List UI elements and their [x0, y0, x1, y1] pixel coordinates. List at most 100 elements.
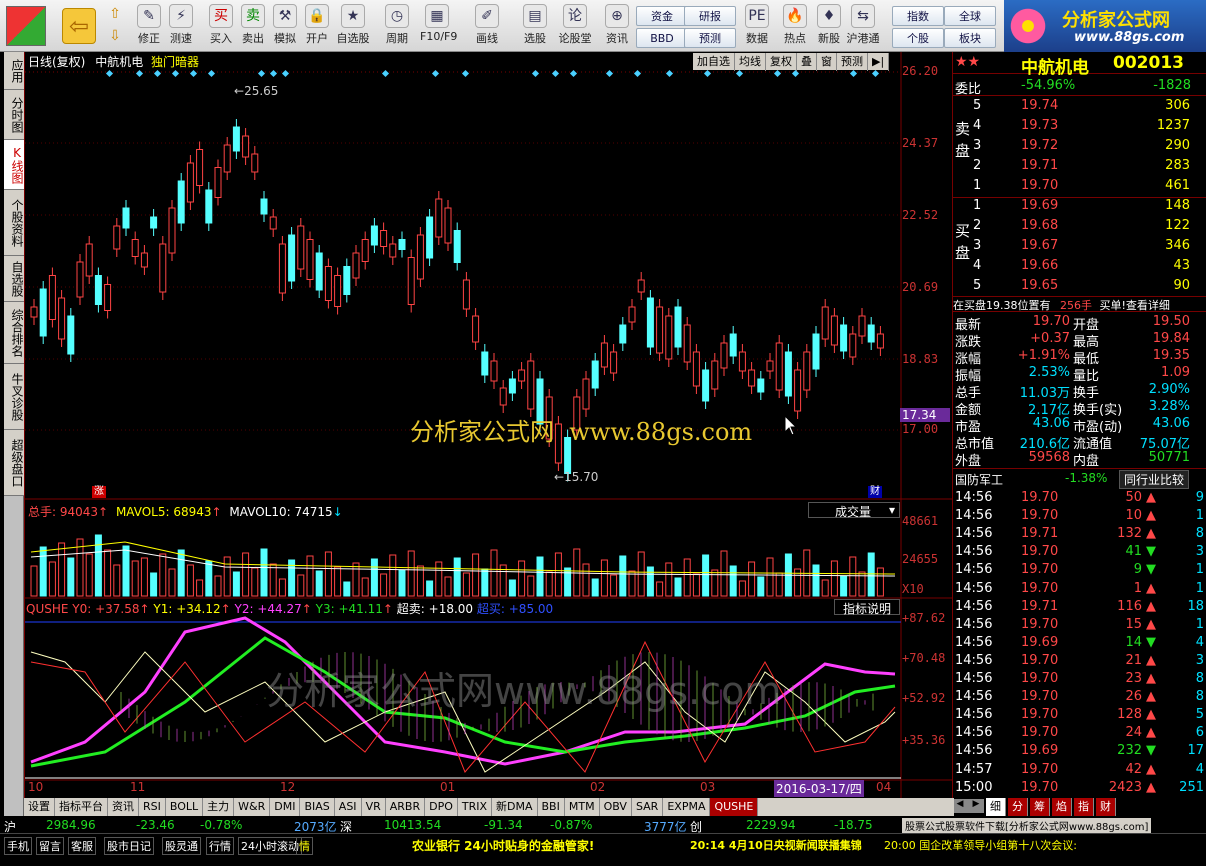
status-link-0[interactable]: 手机 — [4, 837, 32, 855]
status-link-4[interactable]: 股灵通 — [162, 837, 201, 855]
f10-button[interactable]: ▦ F10/F9 — [420, 2, 457, 50]
screen-button[interactable]: ▤ 选股 — [518, 2, 552, 50]
status-link-1[interactable]: 留言 — [36, 837, 64, 855]
forecast-button[interactable]: 预测 — [684, 28, 736, 48]
speedtest-button[interactable]: ⚡ 测速 — [164, 2, 198, 50]
sector-name[interactable]: 国防军工 — [955, 471, 1003, 488]
indicator-tab-19[interactable]: EXPMA — [663, 798, 711, 816]
expand-arrow-icon[interactable]: ▶| — [868, 53, 890, 71]
left-tab-0[interactable]: 应用 — [4, 52, 24, 90]
star-icon[interactable]: ★★ — [955, 54, 980, 70]
simulate-button[interactable]: ⚒ 模拟 — [268, 2, 302, 50]
indicator-tab-15[interactable]: BBI — [538, 798, 565, 816]
left-tab-2[interactable]: K线图 — [4, 140, 24, 190]
status-link-2[interactable]: 客服 — [68, 837, 96, 855]
indicator-tab-3[interactable]: RSI — [139, 798, 166, 816]
up-arrow-icon[interactable]: ⇧ — [104, 6, 126, 24]
indicator-tab-4[interactable]: BOLL — [166, 798, 204, 816]
right-tab-0[interactable]: 细 — [986, 798, 1006, 816]
big-order-notice[interactable]: 在买盘19.38位置有 256手 买单!查看详细 — [953, 296, 1206, 312]
hotspot-button[interactable]: 🔥 热点 — [778, 2, 812, 50]
sell-price[interactable]: 19.70 — [1021, 178, 1058, 193]
sell-price[interactable]: 19.74 — [1021, 98, 1058, 113]
indicator-tab-1[interactable]: 指标平台 — [55, 798, 108, 816]
overlay-button[interactable]: 叠 — [797, 53, 817, 71]
indicator-tab-7[interactable]: DMI — [270, 798, 301, 816]
indicator-tab-10[interactable]: VR — [362, 798, 386, 816]
watchlist-button[interactable]: ★ 自选股 — [336, 2, 370, 50]
status-link-3[interactable]: 股市日记 — [104, 837, 154, 855]
status-link-6[interactable]: 24小时滚动 — [238, 837, 302, 855]
indicator-tab-9[interactable]: ASI — [335, 798, 362, 816]
right-tab-5[interactable]: 财 — [1096, 798, 1116, 816]
stock-button[interactable]: 个股 — [892, 28, 944, 48]
indicator-tab-17[interactable]: OBV — [600, 798, 632, 816]
news-button[interactable]: ⊕ 资讯 — [600, 2, 634, 50]
hkconnect-button[interactable]: ⇆ 沪港通 — [846, 2, 880, 50]
draw-button[interactable]: ✐ 画线 — [470, 2, 504, 50]
buy-price[interactable]: 19.66 — [1021, 258, 1058, 273]
research-button[interactable]: 研报 — [684, 6, 736, 26]
data-button[interactable]: PE 数据 — [740, 2, 774, 50]
indicator-tab-5[interactable]: 主力 — [203, 798, 235, 816]
indicator-tab-12[interactable]: DPO — [425, 798, 458, 816]
sell-price[interactable]: 19.73 — [1021, 118, 1058, 133]
toolbar-label: 测速 — [170, 32, 192, 45]
open-account-button[interactable]: 🔒 开户 — [300, 2, 334, 50]
indicator-tab-2[interactable]: 资讯 — [108, 798, 139, 816]
left-tab-1[interactable]: 分时图 — [4, 90, 24, 140]
ma-button[interactable]: 均线 — [735, 53, 766, 71]
period-button[interactable]: ◷ 周期 — [380, 2, 414, 50]
newstock-button[interactable]: ♦ 新股 — [812, 2, 846, 50]
ad-link[interactable]: 股票公式股票软件下载[分析家公式网www.88gs.com] — [902, 818, 1152, 833]
left-tab-6[interactable]: 牛叉诊股 — [4, 364, 24, 430]
indicator-tab-18[interactable]: SAR — [632, 798, 664, 816]
left-tab-4[interactable]: 自选股 — [4, 256, 24, 302]
right-tab-3[interactable]: 焰 — [1052, 798, 1072, 816]
back-arrow-icon[interactable]: ⇦ — [62, 8, 96, 44]
status-link-7[interactable]: 情 — [296, 837, 313, 855]
indicator-tab-11[interactable]: ARBR — [386, 798, 426, 816]
buy-button[interactable]: 买买入 — [204, 2, 238, 50]
buy-price[interactable]: 19.67 — [1021, 238, 1058, 253]
right-tab-1[interactable]: 分 — [1008, 798, 1028, 816]
left-tab-3[interactable]: 个股资料 — [4, 190, 24, 256]
fund-button[interactable]: 资金 — [636, 6, 688, 26]
app-menu-icon[interactable] — [6, 6, 46, 46]
add-watch-button[interactable]: 加自选 — [693, 53, 735, 71]
left-tab-7[interactable]: 超级盘口 — [4, 430, 24, 496]
sell-price[interactable]: 19.72 — [1021, 138, 1058, 153]
news-ticker[interactable]: 20:14 4月10日央视新闻联播集锦 — [690, 837, 862, 853]
indicator-tab-6[interactable]: W&R — [234, 798, 271, 816]
adjust-button[interactable]: 复权 — [766, 53, 797, 71]
sell-button[interactable]: 卖卖出 — [236, 2, 270, 50]
buy-price[interactable]: 19.65 — [1021, 278, 1058, 293]
indicator-tab-16[interactable]: MTM — [565, 798, 600, 816]
forum-button[interactable]: 论论股堂 — [558, 2, 592, 50]
indicator-tab-0[interactable]: 设置 — [24, 798, 55, 816]
sell-price[interactable]: 19.71 — [1021, 158, 1058, 173]
left-tab-5[interactable]: 综合排名 — [4, 302, 24, 364]
buy-price[interactable]: 19.69 — [1021, 198, 1058, 213]
volume-dropdown[interactable]: 成交量 ▾ — [808, 502, 900, 519]
down-arrow-icon[interactable]: ⇩ — [104, 28, 126, 46]
indicator-explain-button[interactable]: 指标说明 — [834, 599, 900, 616]
window-button[interactable]: 窗 — [817, 53, 837, 71]
buy-price[interactable]: 19.68 — [1021, 218, 1058, 233]
notice-qty: 256手 — [1060, 299, 1092, 312]
right-tab-2[interactable]: 筹 — [1030, 798, 1050, 816]
indicator-tab-13[interactable]: TRIX — [458, 798, 493, 816]
industry-compare-button[interactable]: 同行业比较 — [1119, 470, 1190, 489]
indicator-tab-14[interactable]: 新DMA — [492, 798, 538, 816]
right-tab-4[interactable]: 指 — [1074, 798, 1094, 816]
global-button[interactable]: 全球 — [944, 6, 996, 26]
indicator-tab-8[interactable]: BIAS — [300, 798, 335, 816]
index-button[interactable]: 指数 — [892, 6, 944, 26]
news-ticker-2[interactable]: 20:00 国企改革领导小组第十八次会议: — [884, 837, 1204, 853]
indicator-tab-20[interactable]: QUSHE — [710, 798, 759, 816]
status-link-5[interactable]: 行情 — [206, 837, 234, 855]
bbd-button[interactable]: BBD — [636, 28, 688, 48]
fix-button[interactable]: ✎ 修正 — [132, 2, 166, 50]
sector-button[interactable]: 板块 — [944, 28, 996, 48]
predict-button[interactable]: 预测 — [837, 53, 868, 71]
